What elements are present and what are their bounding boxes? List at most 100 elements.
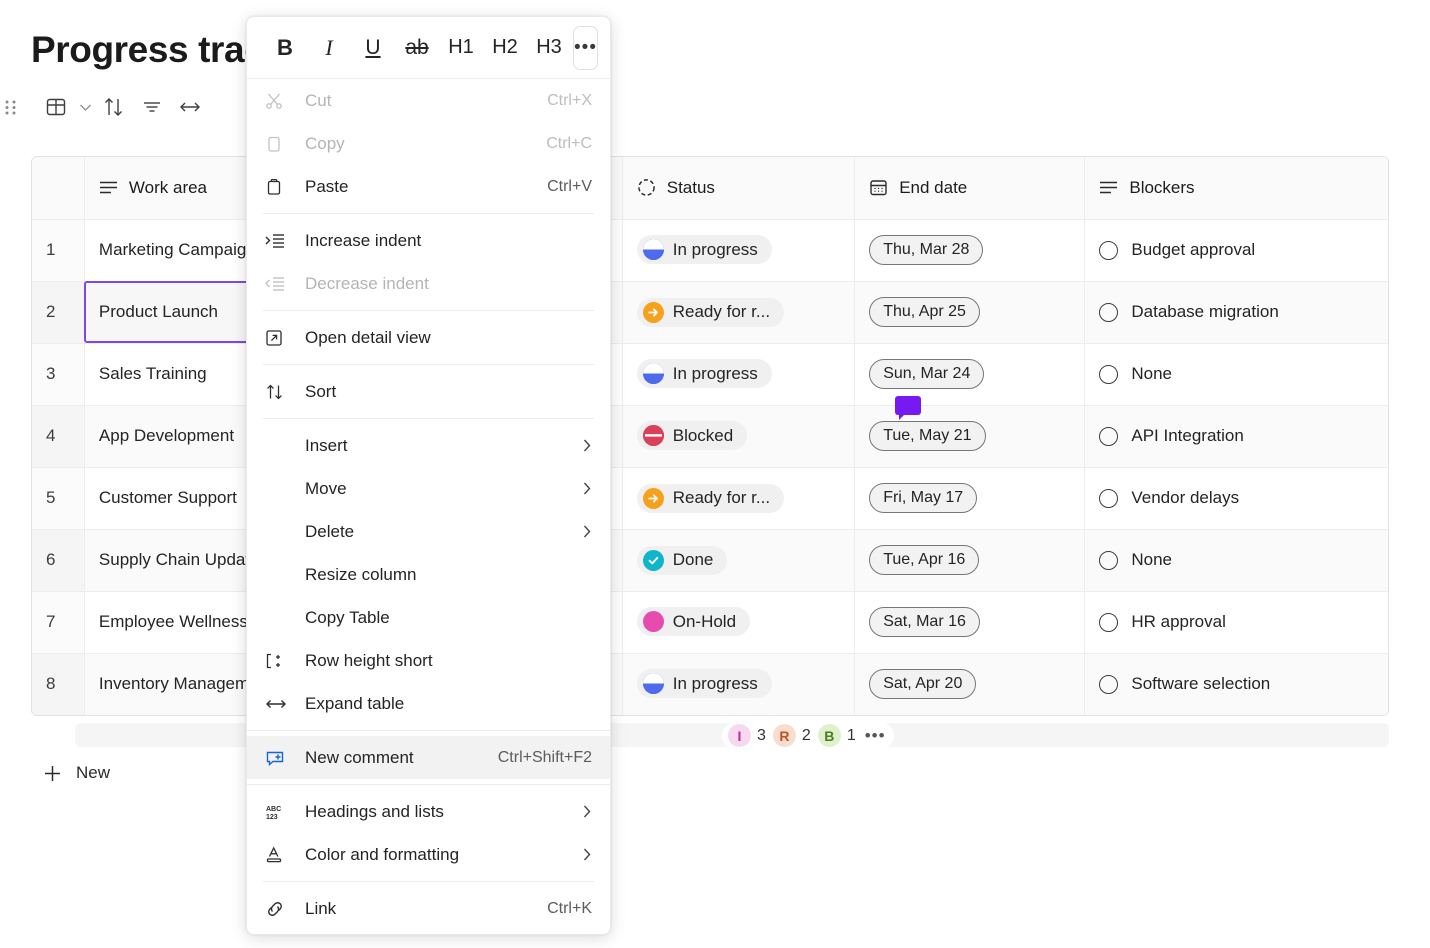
table-row[interactable]: 3Sales TrainingnatiaIn progressSun, Mar … (32, 343, 1388, 406)
column-header-end-date[interactable]: End date (854, 157, 1086, 220)
cell-end-date[interactable]: Sat, Mar 16 (854, 591, 1086, 654)
summary-item[interactable]: B1 (817, 724, 856, 747)
color-and-formatting-item[interactable]: Color and formatting (247, 833, 610, 876)
cell-blockers[interactable]: Budget approval (1084, 219, 1388, 282)
checkbox-circle-icon[interactable] (1099, 674, 1119, 694)
summary-item[interactable]: R2 (772, 724, 811, 747)
checkbox-circle-icon[interactable] (1099, 240, 1119, 260)
cell-status[interactable]: Blocked (622, 405, 856, 468)
status-chip[interactable]: Ready for r... (636, 483, 785, 513)
status-chip[interactable]: In progress (636, 359, 772, 388)
table-row[interactable]: 7Employee WellnessRAK...On-HoldSat, Mar … (32, 591, 1388, 654)
checkbox-circle-icon[interactable] (1099, 612, 1119, 632)
increase-indent-item[interactable]: Increase indent (247, 219, 610, 262)
cell-status[interactable]: Done (622, 529, 856, 592)
checkbox-circle-icon[interactable] (1099, 302, 1119, 322)
summary-item[interactable]: I3 (728, 724, 766, 747)
chevron-down-icon[interactable] (75, 90, 95, 124)
bold-button[interactable]: B (265, 28, 305, 68)
cell-status[interactable]: Ready for r... (622, 467, 856, 530)
heading3-button[interactable]: H3 (529, 28, 569, 68)
filter-icon[interactable] (133, 90, 171, 124)
cell-end-date[interactable]: Thu, Apr 25 (854, 281, 1086, 344)
link-item[interactable]: Link Ctrl+K (247, 887, 610, 930)
cell-blockers[interactable]: Database migration (1084, 281, 1388, 344)
paste-item[interactable]: Paste Ctrl+V (247, 165, 610, 208)
date-pill[interactable]: Fri, May 17 (869, 482, 978, 514)
checkbox-circle-icon[interactable] (1099, 364, 1119, 384)
heading2-button[interactable]: H2 (485, 28, 525, 68)
expand-width-icon[interactable] (171, 90, 209, 124)
table-view-icon[interactable] (37, 90, 75, 124)
blocker-label: None (1131, 364, 1172, 383)
status-chip[interactable]: Ready for r... (636, 297, 785, 327)
checkbox-circle-icon[interactable] (1099, 426, 1119, 446)
cell-end-date[interactable]: Tue, Apr 16 (854, 529, 1086, 592)
summary-more-button[interactable]: ••• (863, 726, 888, 746)
date-pill[interactable]: Sat, Apr 20 (869, 669, 977, 700)
table-row[interactable]: 2Product Launchaud...Ready for r...Thu, … (32, 281, 1388, 344)
cell-blockers[interactable]: None (1084, 343, 1388, 406)
status-chip[interactable]: Done (636, 545, 728, 575)
date-pill[interactable]: Tue, May 21 (869, 420, 986, 452)
no-icon (265, 478, 291, 500)
table-row[interactable]: 8Inventory Managementaud...In progressSa… (32, 653, 1388, 715)
underline-button[interactable]: U (353, 28, 393, 68)
cell-status[interactable]: In progress (622, 219, 856, 282)
cell-status[interactable]: On-Hold (622, 591, 856, 654)
insert-item[interactable]: Insert (247, 424, 610, 467)
cell-status[interactable]: Ready for r... (622, 281, 856, 344)
status-chip[interactable]: In progress (636, 235, 772, 264)
italic-button[interactable]: I (309, 28, 349, 68)
menu-separator (247, 730, 610, 731)
date-pill[interactable]: Tue, Apr 16 (869, 544, 980, 576)
sort-item[interactable]: Sort (247, 370, 610, 413)
cell-status[interactable]: In progress (622, 653, 856, 715)
status-chip[interactable]: Blocked (636, 421, 748, 450)
headings-and-lists-item[interactable]: ABC 123 Headings and lists (247, 790, 610, 833)
date-pill[interactable]: Thu, Mar 28 (869, 234, 984, 266)
column-header-blockers[interactable]: Blockers (1084, 157, 1388, 220)
date-pill[interactable]: Thu, Apr 25 (869, 296, 980, 328)
no-icon (265, 607, 291, 629)
column-header-status[interactable]: Status (622, 157, 856, 220)
cell-end-date[interactable]: Thu, Mar 28 (854, 219, 1086, 282)
cell-end-date[interactable]: Fri, May 17 (854, 467, 1086, 530)
table-row[interactable]: 4App DevelopmentRAK...BlockedTue, May 21… (32, 405, 1388, 468)
cell-blockers[interactable]: HR approval (1084, 591, 1388, 654)
cell-status[interactable]: In progress (622, 343, 856, 406)
menu-separator (247, 784, 610, 785)
cell-end-date[interactable]: Sun, Mar 24 (854, 343, 1086, 406)
cell-blockers[interactable]: None (1084, 529, 1388, 592)
strikethrough-button[interactable]: ab (397, 28, 437, 68)
status-chip[interactable]: In progress (636, 669, 772, 699)
copy-table-item[interactable]: Copy Table (247, 596, 610, 639)
resize-column-item[interactable]: Resize column (247, 553, 610, 596)
status-chip[interactable]: On-Hold (636, 607, 751, 636)
table-row[interactable]: 1Marketing CampaignRAK...In progressThu,… (32, 219, 1388, 282)
table-header-row: Work area Status End date Blockers (32, 157, 1388, 220)
cell-blockers[interactable]: Software selection (1084, 653, 1388, 715)
cell-end-date[interactable]: Tue, May 21 (854, 405, 1086, 468)
date-pill[interactable]: Sat, Mar 16 (869, 606, 980, 638)
sort-icon[interactable] (95, 90, 133, 124)
delete-item[interactable]: Delete (247, 510, 610, 553)
open-detail-view-item[interactable]: Open detail view (247, 316, 610, 359)
expand-table-item[interactable]: Expand table (247, 682, 610, 725)
add-new-row-button[interactable]: New (43, 763, 110, 783)
checkbox-circle-icon[interactable] (1099, 550, 1119, 570)
move-item[interactable]: Move (247, 467, 610, 510)
table-row[interactable]: 6Supply Chain Updateaud...DoneTue, Apr 1… (32, 529, 1388, 592)
new-comment-item[interactable]: New comment Ctrl+Shift+F2 (247, 736, 610, 779)
heading1-button[interactable]: H1 (441, 28, 481, 68)
checkbox-circle-icon[interactable] (1099, 488, 1119, 508)
cell-blockers[interactable]: Vendor delays (1084, 467, 1388, 530)
row-height-short-item[interactable]: Row height short (247, 639, 610, 682)
cell-end-date[interactable]: Sat, Apr 20 (854, 653, 1086, 715)
table-row[interactable]: 5Customer SupportnatiaReady for r...Fri,… (32, 467, 1388, 530)
drag-handle-icon[interactable] (1, 98, 19, 116)
date-pill[interactable]: Sun, Mar 24 (869, 358, 985, 390)
more-formatting-button[interactable]: ••• (573, 25, 598, 70)
comment-indicator-icon[interactable] (895, 396, 921, 420)
cell-blockers[interactable]: API Integration (1084, 405, 1388, 468)
